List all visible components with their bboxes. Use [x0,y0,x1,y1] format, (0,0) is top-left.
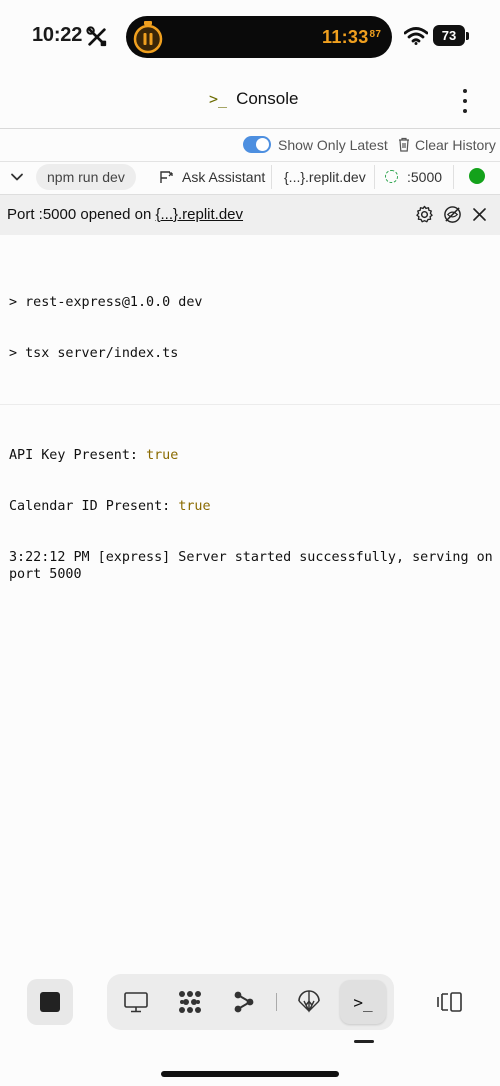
branch-icon [234,991,254,1013]
port-message-text: Port :5000 opened on [7,206,156,223]
show-only-latest-label[interactable]: Show Only Latest [278,137,388,153]
timer-readout: 11:3387 [322,27,381,48]
port-status-icon [385,170,398,183]
battery-level: 73 [433,25,465,46]
close-icon[interactable] [473,208,486,221]
split-panes-icon[interactable] [436,990,464,1014]
hexagon-cluster-icon [179,991,201,1013]
dock-packages[interactable] [167,974,213,1030]
running-status-dot [469,168,485,184]
dock-git[interactable] [221,974,267,1030]
console-line: API Key Present: true [9,447,493,464]
dev-domain-link[interactable]: {...}.replit.dev [284,169,366,185]
ask-assistant-button[interactable]: Ask Assistant [182,169,265,185]
trash-icon[interactable] [398,137,410,152]
console-divider [0,404,500,405]
console-options: Show Only Latest Clear History [0,129,500,162]
run-command-pill[interactable]: npm run dev [36,164,136,190]
clear-history-button[interactable]: Clear History [415,137,496,153]
timer-icon [133,21,163,54]
timer-time: 11:33 [322,27,369,47]
stop-button[interactable] [27,979,73,1025]
console-line: > rest-express@1.0.0 dev [9,295,203,310]
home-indicator [161,1071,339,1077]
dock-deploy[interactable] [286,974,332,1030]
dock-preview[interactable] [113,974,159,1030]
port-notification-bar: Port :5000 opened on {...}.replit.dev [0,194,500,235]
calendar-id-value: true [178,499,211,514]
console-line: > tsx server/index.ts [9,346,179,361]
active-tab-indicator [354,1040,374,1043]
port-domain-link[interactable]: {...}.replit.dev [155,206,243,223]
battery-tip [466,32,469,40]
api-key-label: API Key Present: [9,448,147,463]
port-label[interactable]: :5000 [407,169,442,185]
calendar-id-label: Calendar ID Present: [9,499,179,514]
dock-console-active[interactable]: >_ [340,980,386,1024]
dock-separator [276,993,277,1011]
console-title: >_ Console [209,89,298,109]
toolbar-divider [453,165,454,189]
run-toolbar: npm run dev Ask Assistant {...}.replit.d… [0,161,500,193]
page-title: Console [236,89,299,108]
console-line: 3:22:12 PM [express] Server started succ… [9,550,500,582]
app-header: >_ Console [0,72,500,129]
port-message: Port :5000 opened on {...}.replit.dev [7,206,243,223]
ask-assistant-icon[interactable] [159,170,174,185]
tool-dock: >_ [107,974,394,1030]
console-line: Calendar ID Present: true [9,498,493,515]
tools-icon [86,26,107,47]
api-key-value: true [146,448,179,463]
terminal-icon: >_ [209,90,228,108]
console-output: > rest-express@1.0.0 dev > tsx server/in… [9,260,493,600]
more-menu-icon[interactable] [456,88,474,114]
deploy-icon [298,990,320,1013]
timer-fraction: 87 [369,29,382,40]
toolbar-divider [374,165,375,189]
show-only-latest-toggle[interactable] [243,136,271,153]
toolbar-divider [271,165,272,189]
chevron-down-icon[interactable] [10,170,24,184]
clock-time: 10:22 [32,24,83,46]
status-bar: 10:22 11:3387 73 [0,0,500,72]
monitor-icon [124,992,148,1013]
wifi-icon [404,27,428,45]
gear-icon[interactable] [415,205,434,224]
hide-preview-icon[interactable] [443,205,462,224]
